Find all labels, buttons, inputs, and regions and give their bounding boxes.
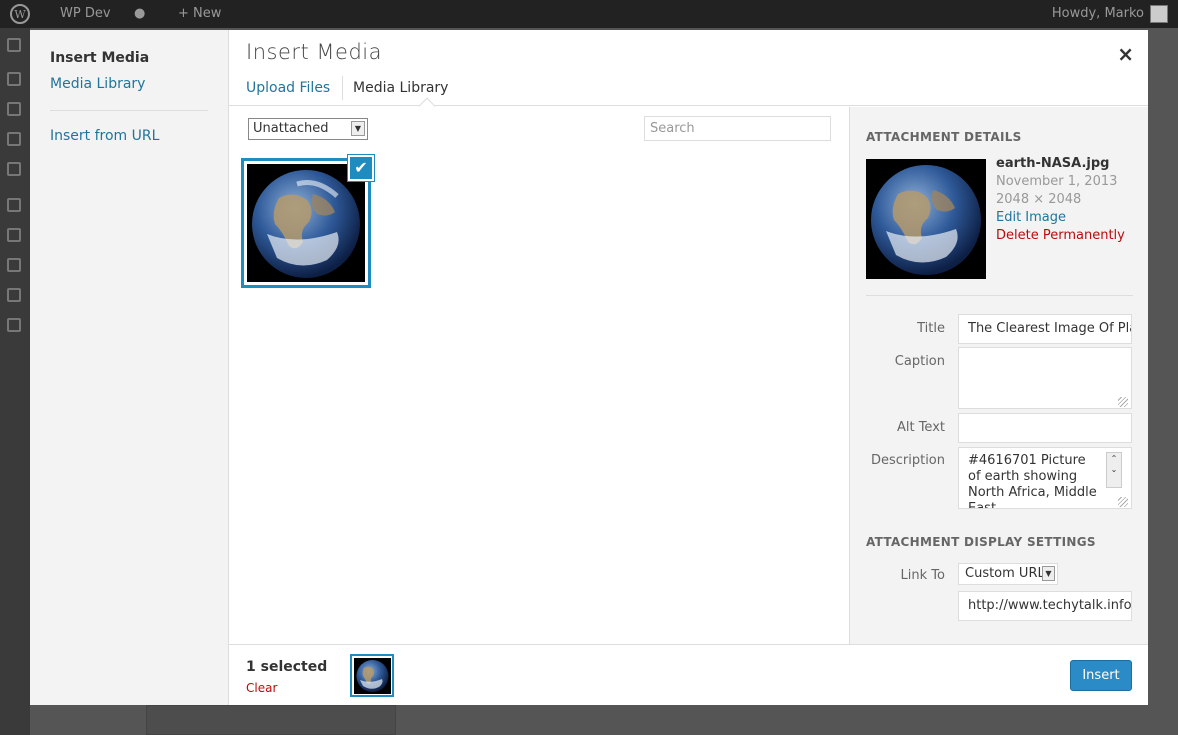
menu-item-media-library[interactable]: Media Library <box>50 76 145 92</box>
alt-text-label: Alt Text <box>896 420 945 435</box>
delete-permanently-link[interactable]: Delete Permanently <box>996 228 1125 243</box>
details-separator <box>866 295 1133 296</box>
wordpress-logo-icon[interactable]: W <box>10 0 34 28</box>
close-icon[interactable]: × <box>1117 42 1134 66</box>
attachment-filename: earth-NASA.jpg <box>996 156 1110 171</box>
selection-count: 1 selected <box>246 659 328 675</box>
site-name-link[interactable]: WP Dev <box>60 0 111 28</box>
appearance-icon <box>7 198 21 212</box>
attachments-browser: Unattached ▼ ✔ <box>229 107 849 644</box>
filter-value: Unattached <box>253 121 329 136</box>
caption-label: Caption <box>894 354 945 369</box>
resize-grip-icon[interactable] <box>1118 397 1128 407</box>
title-field[interactable]: The Clearest Image Of Pla <box>958 314 1132 344</box>
attachment-dimensions: 2048 × 2048 <box>996 192 1082 207</box>
caption-field[interactable] <box>958 347 1132 409</box>
attachment-filter-select[interactable]: Unattached ▼ <box>248 118 368 140</box>
settings-icon <box>7 318 21 332</box>
comments-menu-icon <box>7 162 21 176</box>
title-label: Title <box>917 321 945 336</box>
resize-grip-icon[interactable] <box>1118 497 1128 507</box>
chevron-down-icon: ▼ <box>1042 566 1055 581</box>
link-url-field[interactable]: http://www.techytalk.info <box>958 591 1132 621</box>
insert-button[interactable]: Insert <box>1070 660 1132 691</box>
media-icon <box>7 102 21 116</box>
frame-title: Insert Media <box>246 40 382 64</box>
attachment-tile[interactable]: ✔ <box>241 155 374 288</box>
media-toolbar: 1 selected Clear Insert <box>229 644 1148 705</box>
attachment-date: November 1, 2013 <box>996 174 1118 189</box>
avatar[interactable] <box>1150 5 1168 23</box>
earth-thumbnail <box>247 164 365 282</box>
search-input[interactable] <box>644 116 831 141</box>
router-tabs: Upload Files Media Library <box>229 70 1148 115</box>
edit-image-link[interactable]: Edit Image <box>996 210 1066 225</box>
media-modal: Insert Media Media Library Insert from U… <box>30 30 1148 705</box>
selection-thumbnail[interactable] <box>350 654 394 697</box>
attachment-details-sidebar: ATTACHMENT DETAILS earth-NASA.jpg Novemb… <box>849 107 1148 644</box>
tab-upload-files[interactable]: Upload Files <box>246 76 330 100</box>
tools-icon <box>7 288 21 302</box>
link-to-label: Link To <box>900 568 945 583</box>
description-scrollbar[interactable]: ⌃ ⌄ <box>1106 452 1122 488</box>
media-menu: Insert Media Media Library Insert from U… <box>30 30 229 705</box>
chevron-down-icon: ▼ <box>351 121 365 136</box>
details-thumbnail <box>866 159 986 279</box>
menu-item-insert-media[interactable]: Insert Media <box>50 50 149 66</box>
attachment-info: earth-NASA.jpg November 1, 2013 2048 × 2… <box>996 155 1125 245</box>
posts-icon <box>7 72 21 86</box>
pages-icon <box>7 132 21 146</box>
link-to-select[interactable]: Custom URL ▼ <box>958 563 1058 585</box>
menu-separator <box>50 110 208 111</box>
howdy-user-link[interactable]: Howdy, Marko <box>1052 0 1144 28</box>
svg-text:W: W <box>14 8 26 21</box>
check-icon[interactable]: ✔ <box>348 155 374 181</box>
tab-media-library[interactable]: Media Library <box>342 76 448 100</box>
comments-icon[interactable]: ● <box>134 0 145 28</box>
background-panel <box>146 705 396 735</box>
plugins-icon <box>7 228 21 242</box>
new-content-link[interactable]: + New <box>178 0 221 28</box>
link-to-value: Custom URL <box>965 566 1045 581</box>
dashboard-icon <box>7 38 21 52</box>
attachment-details-heading: ATTACHMENT DETAILS <box>866 130 1022 144</box>
earth-mini-thumbnail <box>354 658 391 694</box>
clear-selection-link[interactable]: Clear <box>246 681 277 695</box>
display-settings-heading: ATTACHMENT DISPLAY SETTINGS <box>866 535 1096 549</box>
users-icon <box>7 258 21 272</box>
alt-text-field[interactable] <box>958 413 1132 443</box>
description-label: Description <box>870 453 945 468</box>
admin-bar: W WP Dev ● + New Howdy, Marko <box>0 0 1178 28</box>
menu-item-insert-from-url[interactable]: Insert from URL <box>50 128 159 144</box>
admin-menu-strip <box>0 28 30 735</box>
